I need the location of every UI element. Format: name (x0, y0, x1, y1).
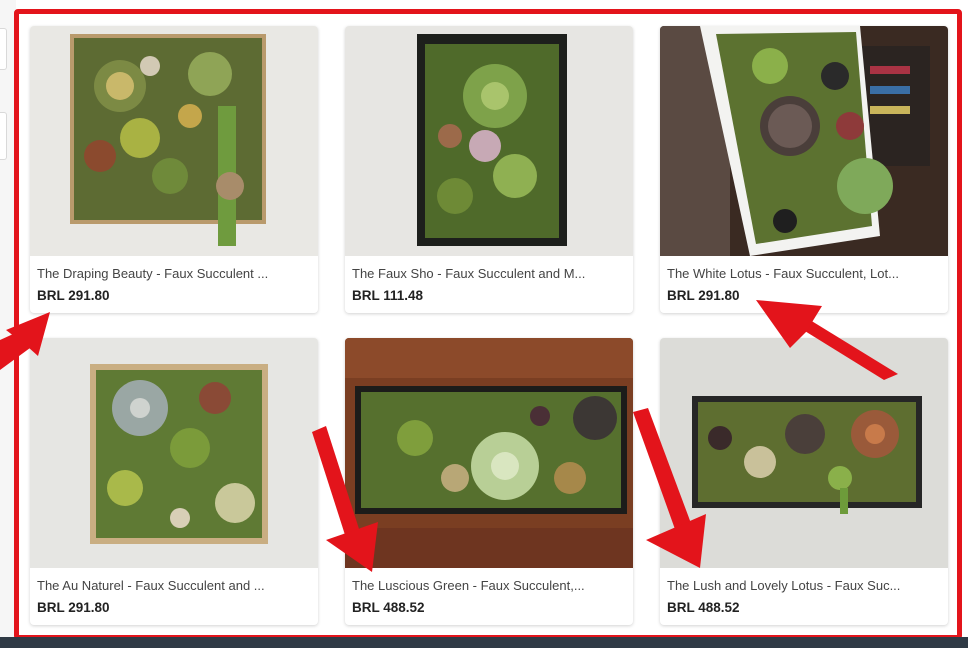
highlight-frame (14, 9, 962, 640)
bottom-bar (0, 637, 968, 648)
sidebar-control[interactable] (0, 112, 7, 160)
sidebar-control[interactable] (0, 28, 7, 70)
